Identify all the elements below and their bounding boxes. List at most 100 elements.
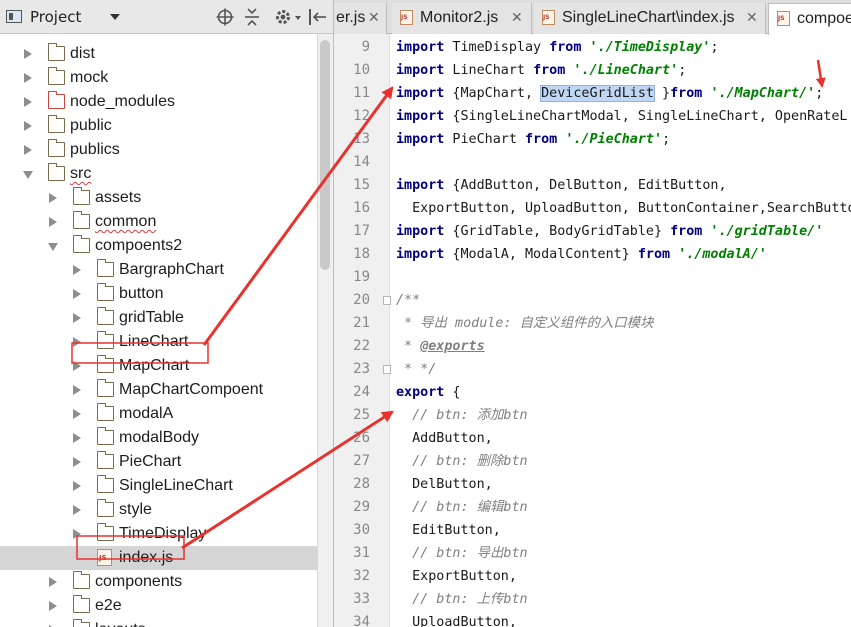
code-line[interactable]: ExportButton, UploadButton, ButtonContai… (396, 197, 851, 220)
expand-arrow-right-icon[interactable] (73, 457, 81, 467)
code-line[interactable]: import {MapChart, DeviceGridList }from '… (396, 82, 823, 105)
tree-item-style[interactable]: style (0, 498, 317, 522)
editor-tab[interactable]: JS compoe (768, 3, 851, 35)
folder-icon (72, 595, 90, 613)
expand-arrow-right-icon[interactable] (24, 121, 32, 131)
expand-arrow-right-icon[interactable] (73, 361, 81, 371)
chevron-down-icon[interactable] (110, 14, 120, 20)
code-line[interactable]: DelButton, (396, 473, 493, 496)
code-line[interactable]: // btn: 删除btn (396, 450, 527, 473)
code-token: './gridTable/' (710, 224, 824, 239)
tree-item-label: SingleLineChart (119, 477, 233, 494)
tree-scrollbar[interactable] (317, 34, 333, 627)
expand-arrow-down-icon[interactable] (48, 243, 58, 251)
tree-item-mapchartcompoent[interactable]: MapChartCompoent (0, 378, 317, 402)
code-line[interactable]: // btn: 导出btn (396, 542, 527, 565)
scrollbar-thumb[interactable] (320, 40, 330, 270)
expand-arrow-right-icon[interactable] (24, 145, 32, 155)
code-line[interactable]: AddButton, (396, 427, 493, 450)
code-token: ; (662, 132, 671, 147)
tree-item-node-modules[interactable]: node_modules (0, 90, 317, 114)
fold-marker-icon[interactable] (383, 365, 391, 374)
tree-item-publics[interactable]: publics (0, 138, 317, 162)
tree-item-mapchart[interactable]: MapChart (0, 354, 317, 378)
close-icon[interactable]: ✕ (368, 8, 380, 28)
code-area[interactable]: import TimeDisplay from './TimeDisplay';… (396, 34, 851, 627)
tree-item-common[interactable]: common (0, 210, 317, 234)
tree-item-gridtable[interactable]: gridTable (0, 306, 317, 330)
hide-panel-icon[interactable] (308, 8, 328, 26)
code-line[interactable]: import {GridTable, BodyGridTable} from '… (396, 220, 823, 243)
expand-arrow-right-icon[interactable] (73, 481, 81, 491)
expand-arrow-right-icon[interactable] (73, 337, 81, 347)
gear-icon[interactable] (274, 7, 302, 27)
tree-item-src[interactable]: src (0, 162, 317, 186)
code-line[interactable]: // btn: 上传btn (396, 588, 527, 611)
folder-icon (96, 259, 114, 277)
locate-target-icon[interactable] (216, 8, 234, 26)
editor-tab[interactable]: JS SingleLineChart\index.js ✕ (534, 3, 766, 34)
expand-arrow-right-icon[interactable] (49, 193, 57, 203)
tree-item-index-js[interactable]: JS index.js (0, 546, 317, 570)
code-line[interactable]: // btn: 编辑btn (396, 496, 527, 519)
tree-item-components[interactable]: components (0, 570, 317, 594)
expand-arrow-right-icon[interactable] (24, 73, 32, 83)
expand-arrow-right-icon[interactable] (73, 409, 81, 419)
collapse-all-icon[interactable] (244, 8, 260, 26)
code-line[interactable]: * 导出 module: 自定义组件的入口模块 (396, 312, 653, 335)
editor-tab[interactable]: er.js ✕ (334, 3, 387, 34)
expand-arrow-right-icon[interactable] (49, 217, 57, 227)
expand-arrow-right-icon[interactable] (73, 529, 81, 539)
code-line[interactable]: EditButton, (396, 519, 501, 542)
tree-item-layouts[interactable]: layouts (0, 618, 317, 627)
expand-arrow-right-icon[interactable] (73, 289, 81, 299)
tree-item-modala[interactable]: modalA (0, 402, 317, 426)
tree-item-linechart[interactable]: LineChart (0, 330, 317, 354)
tree-item-piechart[interactable]: PieChart (0, 450, 317, 474)
tree-item-mock[interactable]: mock (0, 66, 317, 90)
tree-item-timedisplay[interactable]: TimeDisplay (0, 522, 317, 546)
code-token: from (670, 224, 703, 239)
code-line[interactable]: import {AddButton, DelButton, EditButton… (396, 174, 727, 197)
expand-arrow-right-icon[interactable] (49, 577, 57, 587)
code-line[interactable]: UploadButton, (396, 611, 517, 627)
expand-arrow-down-icon[interactable] (23, 171, 33, 179)
expand-arrow-right-icon[interactable] (73, 433, 81, 443)
tree-item-singlelinechart[interactable]: SingleLineChart (0, 474, 317, 498)
tree-item-button[interactable]: button (0, 282, 317, 306)
expand-arrow-right-icon[interactable] (24, 49, 32, 59)
tree-item-bargraphchart[interactable]: BargraphChart (0, 258, 317, 282)
line-number: 21 (353, 315, 370, 331)
fold-marker-icon[interactable] (383, 296, 391, 305)
code-line[interactable]: import PieChart from './PieChart'; (396, 128, 670, 151)
code-line[interactable]: import LineChart from './LineChart'; (396, 59, 686, 82)
expand-arrow-right-icon[interactable] (73, 265, 81, 275)
tree-item-dist[interactable]: dist (0, 42, 317, 66)
expand-arrow-right-icon[interactable] (73, 385, 81, 395)
code-line[interactable]: import {ModalA, ModalContent} from './mo… (396, 243, 767, 266)
expand-arrow-right-icon[interactable] (73, 313, 81, 323)
code-line[interactable]: * @exports (396, 335, 485, 358)
code-line[interactable]: * */ (396, 358, 436, 381)
js-file-icon: JS (97, 549, 112, 566)
editor-tab[interactable]: JS Monitor2.js ✕ (392, 3, 532, 34)
expand-arrow-right-icon[interactable] (73, 505, 81, 515)
code-token: import (396, 109, 445, 124)
expand-arrow-right-icon[interactable] (49, 601, 57, 611)
code-line[interactable]: /** (396, 289, 420, 312)
tree-item-public[interactable]: public (0, 114, 317, 138)
tree-item-modalbody[interactable]: modalBody (0, 426, 317, 450)
tree-item-compoents2[interactable]: compoents2 (0, 234, 317, 258)
code-line[interactable]: export { (396, 381, 461, 404)
code-line[interactable]: // btn: 添加btn (396, 404, 527, 427)
tree-item-e2e[interactable]: e2e (0, 594, 317, 618)
tree-item-assets[interactable]: assets (0, 186, 317, 210)
close-icon[interactable]: ✕ (511, 8, 523, 28)
code-line[interactable]: import {SingleLineChartModal, SingleLine… (396, 105, 847, 128)
line-number: 28 (353, 476, 370, 492)
project-view-title[interactable]: Project (30, 7, 81, 27)
code-line[interactable]: ExportButton, (396, 565, 517, 588)
expand-arrow-right-icon[interactable] (24, 97, 32, 107)
close-icon[interactable]: ✕ (746, 8, 758, 28)
code-line[interactable]: import TimeDisplay from './TimeDisplay'; (396, 36, 719, 59)
